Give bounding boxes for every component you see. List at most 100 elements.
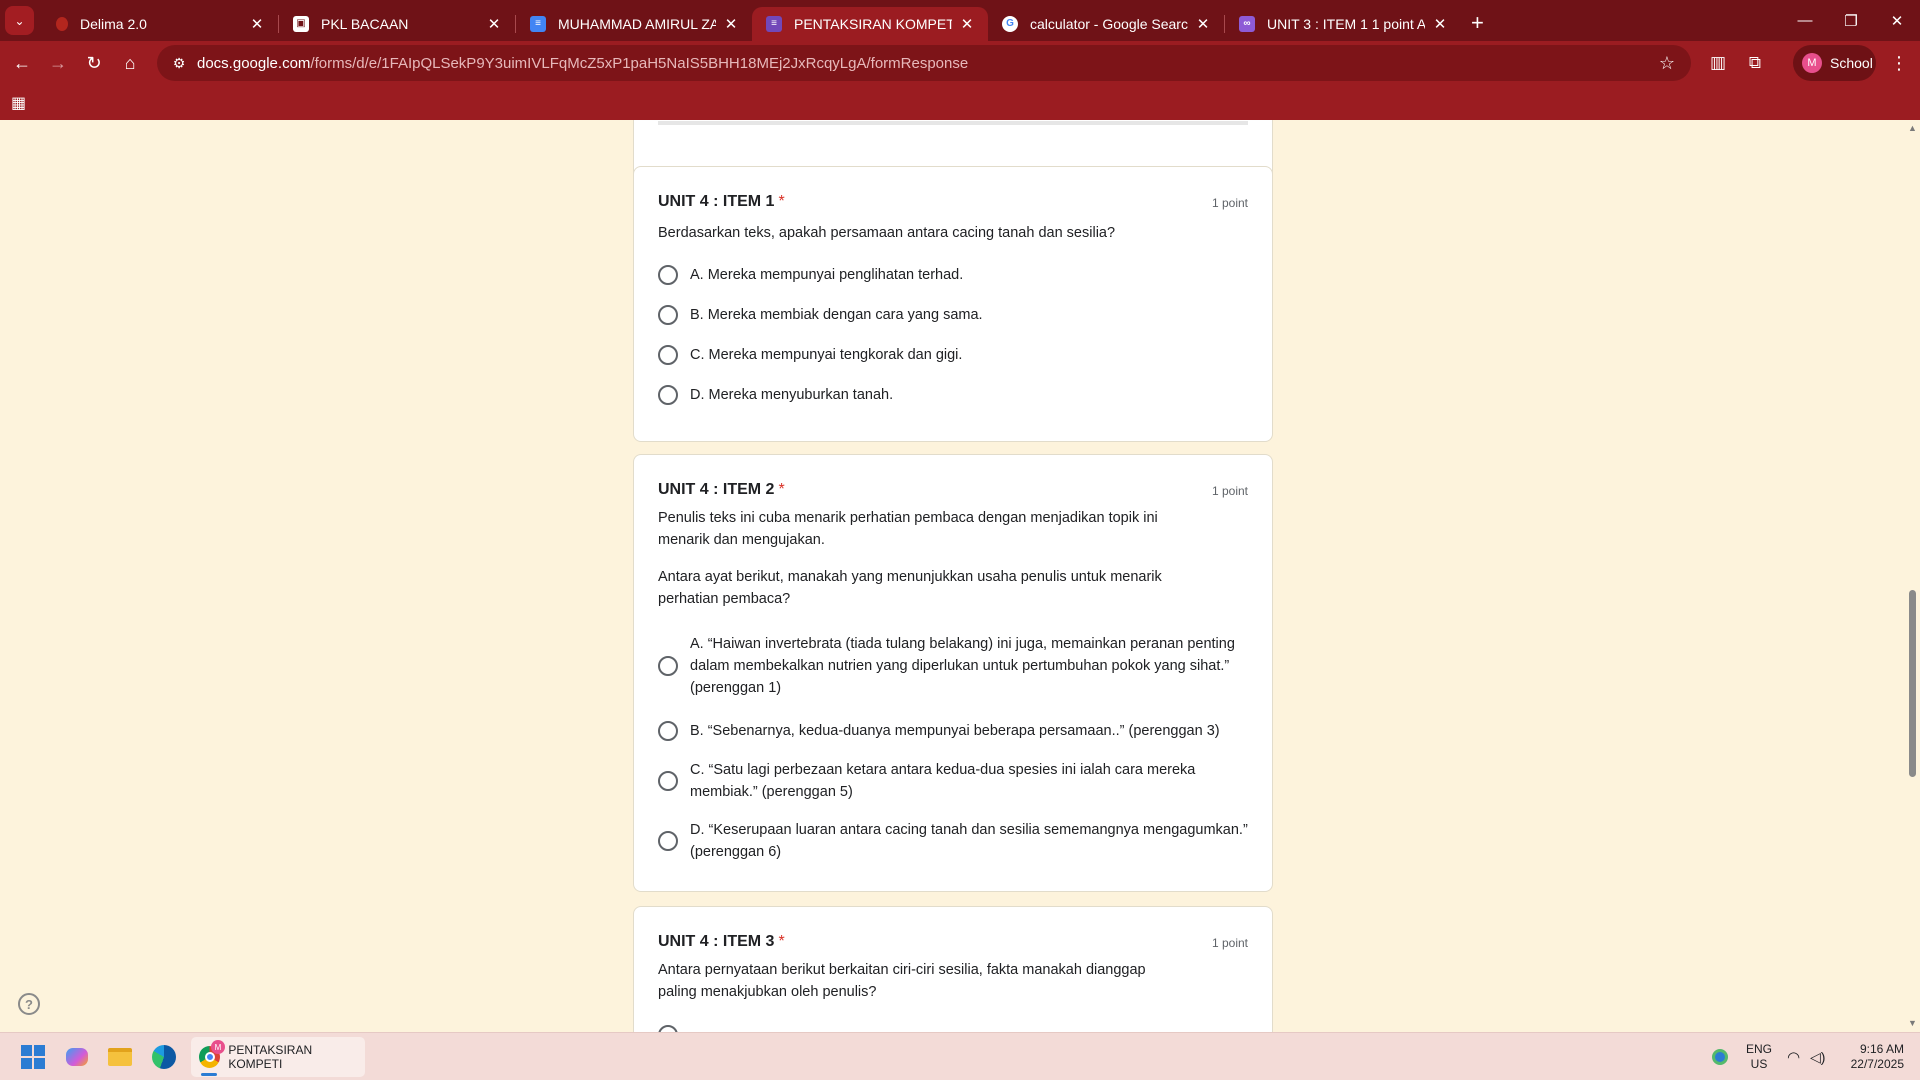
defender-tray-button[interactable] — [1712, 1033, 1728, 1080]
page-scrollbar[interactable]: ▲ ▼ — [1905, 120, 1920, 1032]
close-icon[interactable]: ✕ — [958, 15, 976, 33]
scroll-down-icon[interactable]: ▼ — [1908, 1018, 1917, 1028]
answer-option[interactable]: D. Mereka menyuburkan tanah. — [658, 384, 1248, 406]
taskbar-chrome-window[interactable]: M PENTAKSIRAN KOMPETI — [191, 1037, 365, 1077]
browser-menu-button[interactable]: ⋮ — [1884, 45, 1914, 81]
answer-option[interactable]: C. Mereka mempunyai tengkorak dan gigi. — [658, 344, 1248, 366]
profile-badge: M — [211, 1040, 225, 1054]
close-window-icon[interactable]: ✕ — [1874, 0, 1920, 41]
answer-option[interactable]: B. Mereka membiak dengan cara yang sama. — [658, 304, 1248, 326]
reading-mode-button[interactable]: ▥ — [1700, 45, 1736, 81]
option-label: A. “Haiwan invertebrata (tiada tulang be… — [690, 636, 1235, 696]
tab-title: UNIT 3 : ITEM 1 1 point Apakah — [1267, 15, 1425, 32]
question-points: 1 point — [1211, 936, 1248, 950]
question-text: Antara pernyataan berikut berkaitan ciri… — [658, 962, 1146, 1000]
tab-unit3[interactable]: ∞ UNIT 3 : ITEM 1 1 point Apakah ✕ — [1225, 7, 1461, 41]
answer-option[interactable]: A. Mereka mempunyai penglihatan terhad. — [658, 264, 1248, 286]
new-tab-button[interactable]: + — [1471, 10, 1484, 36]
radio-button[interactable] — [658, 305, 678, 325]
windows-taskbar: M PENTAKSIRAN KOMPETI ENG US ◠ ◁) 9:16 A… — [0, 1032, 1920, 1080]
close-icon[interactable]: ✕ — [1431, 15, 1449, 33]
tab-docs[interactable]: ≡ MUHAMMAD AMIRUL ZAFRAN ✕ — [516, 7, 752, 41]
bookmark-star-icon[interactable]: ☆ — [1659, 53, 1675, 74]
question-card: UNIT 4 : ITEM 1 * 1 point Berdasarkan tek… — [633, 166, 1273, 442]
tab-calculator-search[interactable]: G calculator - Google Search ✕ — [988, 7, 1224, 41]
minimize-icon[interactable]: — — [1782, 0, 1828, 41]
tab-title: Delima 2.0 — [80, 15, 147, 32]
question-title: UNIT 4 : ITEM 1 * — [658, 193, 785, 211]
option-label: C. Mereka mempunyai tengkorak dan gigi. — [690, 347, 963, 363]
tab-pkl-bacaan[interactable]: ▣ PKL BACAAN ✕ — [279, 7, 515, 41]
edge-button[interactable] — [150, 1043, 178, 1071]
radio-button[interactable] — [658, 1025, 678, 1032]
extensions-button[interactable]: ⧉ — [1737, 45, 1773, 81]
chat-icon: ∞ — [1239, 15, 1255, 32]
option-label: B. Mereka membiak dengan cara yang sama. — [690, 307, 983, 323]
answer-option[interactable] — [658, 1025, 1248, 1032]
system-clock[interactable]: 9:16 AM 22/7/2025 — [1840, 1033, 1904, 1080]
question-text: Berdasarkan teks, apakah persamaan antar… — [658, 225, 1116, 241]
answer-option[interactable]: D. “Keserupaan luaran antara cacing tana… — [658, 819, 1248, 863]
option-label: D. Mereka menyuburkan tanah. — [690, 387, 894, 403]
forward-button[interactable]: → — [40, 45, 76, 81]
browser-toolbar: ← → ↻ ⌂ ⚙ docs.google.com/forms/d/e/1FAI… — [0, 41, 1920, 85]
active-indicator — [201, 1073, 217, 1076]
profile-button[interactable]: M School — [1793, 45, 1876, 81]
radio-button[interactable] — [658, 265, 678, 285]
scroll-up-icon[interactable]: ▲ — [1908, 123, 1917, 133]
classroom-icon: ▣ — [293, 15, 309, 32]
option-label: A. Mereka mempunyai penglihatan terhad. — [690, 267, 964, 283]
radio-button[interactable] — [658, 831, 678, 851]
question-title-text: UNIT 4 : ITEM 3 — [658, 933, 775, 950]
question-title: UNIT 4 : ITEM 2 * — [658, 481, 785, 499]
copilot-button[interactable] — [63, 1043, 91, 1071]
answer-underline — [658, 121, 1248, 125]
close-icon[interactable]: ✕ — [248, 15, 266, 33]
form-page: UNIT 4 : ITEM 1 * 1 point Berdasarkan tek… — [0, 120, 1905, 1032]
site-info-icon[interactable]: ⚙ — [161, 55, 197, 72]
radio-button[interactable] — [658, 345, 678, 365]
help-icon[interactable]: ? — [18, 993, 40, 1015]
file-explorer-button[interactable] — [106, 1043, 134, 1071]
radio-button[interactable] — [658, 385, 678, 405]
window-controls: — ❐ ✕ — [1782, 0, 1920, 41]
tab-search-button[interactable]: ⌄ — [5, 6, 34, 35]
answer-option[interactable]: B. “Sebenarnya, kedua-duanya mempunyai b… — [658, 720, 1248, 742]
back-button[interactable]: ← — [4, 45, 40, 81]
close-icon[interactable]: ✕ — [722, 15, 740, 33]
reload-button[interactable]: ↻ — [76, 45, 112, 81]
region-code: US — [1750, 1057, 1768, 1071]
restore-icon[interactable]: ❐ — [1828, 0, 1874, 41]
home-button[interactable]: ⌂ — [112, 45, 148, 81]
wifi-icon[interactable]: ◠ — [1787, 1033, 1800, 1080]
apps-grid-icon[interactable]: ▦ — [11, 93, 26, 113]
copilot-icon — [66, 1048, 88, 1066]
volume-icon[interactable]: ◁) — [1810, 1033, 1825, 1080]
question-title-text: UNIT 4 : ITEM 2 — [658, 481, 775, 498]
url-text: docs.google.com/forms/d/e/1FAIpQLSekP9Y3… — [197, 55, 968, 72]
tab-title: PENTAKSIRAN KOMPETENSI DA — [794, 15, 952, 32]
close-icon[interactable]: ✕ — [1194, 15, 1212, 33]
answer-option[interactable]: A. “Haiwan invertebrata (tiada tulang be… — [658, 633, 1248, 699]
required-asterisk: * — [778, 481, 785, 498]
tab-delima[interactable]: Delima 2.0 ✕ — [42, 7, 278, 41]
radio-button[interactable] — [658, 721, 678, 741]
language-indicator[interactable]: ENG US — [1746, 1033, 1772, 1080]
radio-button[interactable] — [658, 656, 678, 676]
question-title: UNIT 4 : ITEM 3 * — [658, 933, 785, 951]
close-icon[interactable]: ✕ — [485, 15, 503, 33]
radio-button[interactable] — [658, 771, 678, 791]
scrollbar-thumb[interactable] — [1909, 590, 1916, 777]
edge-icon — [152, 1045, 176, 1069]
tab-title: MUHAMMAD AMIRUL ZAFRAN — [558, 15, 716, 32]
address-bar[interactable]: ⚙ docs.google.com/forms/d/e/1FAIpQLSekP9… — [157, 45, 1691, 81]
avatar: M — [1802, 53, 1822, 73]
tab-pentaksiran[interactable]: ≡ PENTAKSIRAN KOMPETENSI DA ✕ — [752, 6, 988, 41]
url-host: docs.google.com — [197, 54, 311, 72]
option-label: B. “Sebenarnya, kedua-duanya mempunyai b… — [690, 723, 1220, 739]
puzzle-icon: ⧉ — [1748, 53, 1762, 72]
tab-title: calculator - Google Search — [1030, 15, 1188, 32]
required-asterisk: * — [778, 193, 785, 210]
answer-option[interactable]: C. “Satu lagi perbezaan ketara antara ke… — [658, 759, 1248, 803]
start-button[interactable] — [19, 1043, 47, 1071]
